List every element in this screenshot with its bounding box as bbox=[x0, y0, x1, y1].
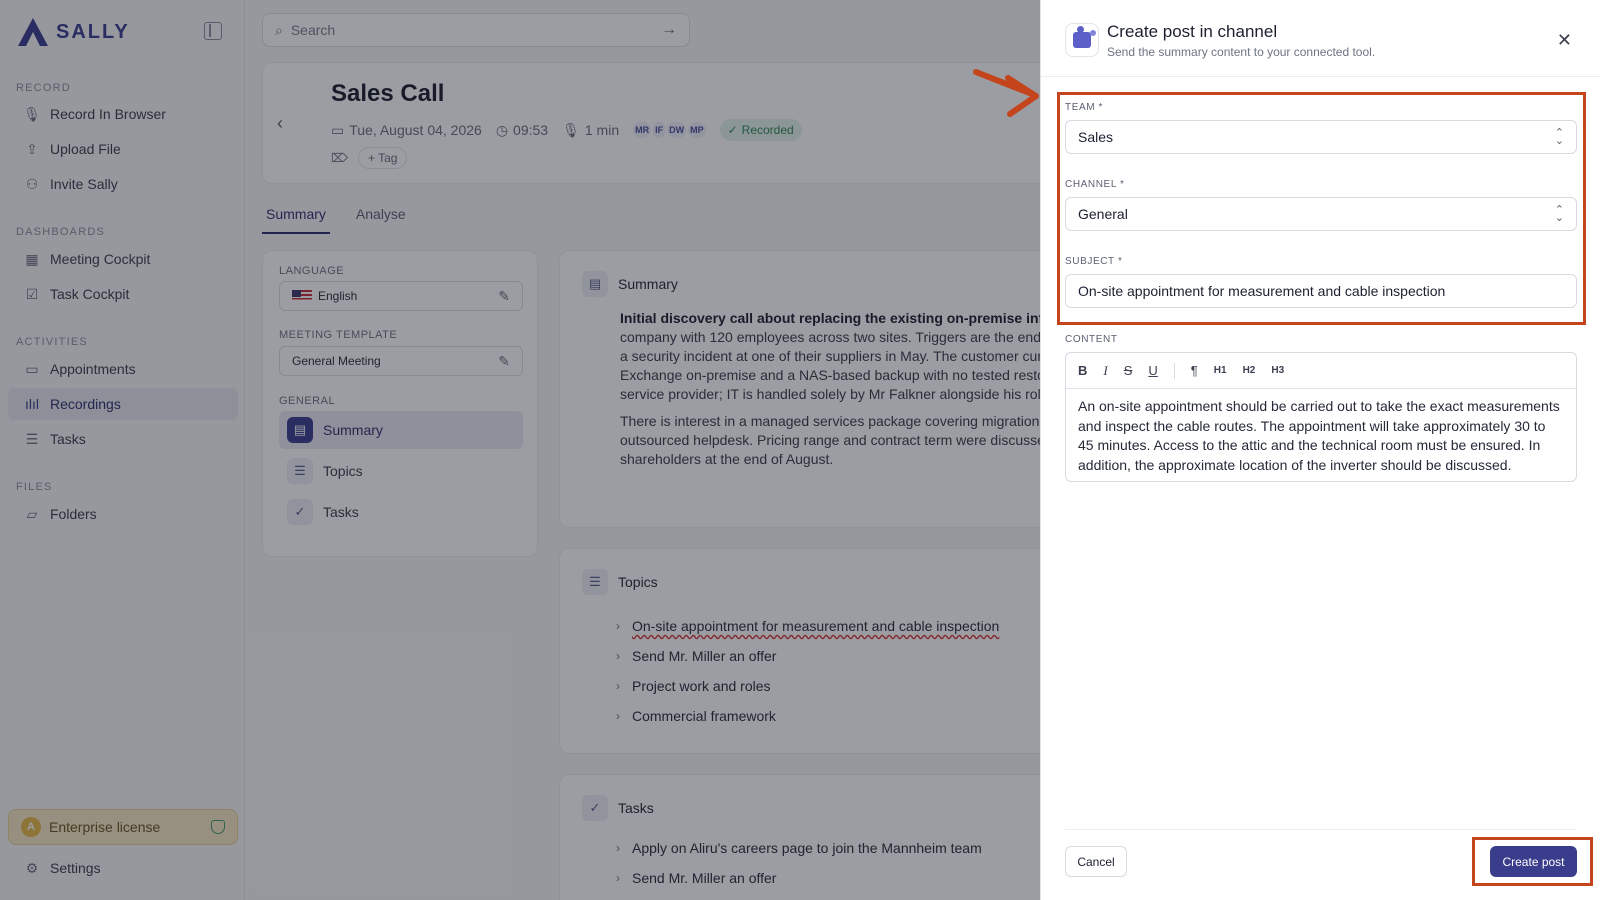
heading-2-button[interactable]: H2 bbox=[1243, 365, 1256, 376]
content-label: CONTENT bbox=[1065, 334, 1118, 345]
content-line: 45 minutes. Access to the attic and the … bbox=[1078, 437, 1541, 453]
heading-1-button[interactable]: H1 bbox=[1214, 365, 1227, 376]
underline-icon[interactable]: U bbox=[1148, 363, 1157, 378]
strikethrough-icon[interactable]: S bbox=[1124, 363, 1133, 378]
annotation-arrow-icon bbox=[973, 69, 1039, 117]
drawer-title: Create post in channel bbox=[1107, 22, 1278, 41]
editor-content[interactable]: An on-site appointment should be carried… bbox=[1066, 389, 1576, 483]
content-line: and inspect the cable routes. The appoin… bbox=[1078, 417, 1546, 434]
bold-icon[interactable]: B bbox=[1078, 363, 1087, 378]
content-line: An on-site appointment should be carried… bbox=[1078, 398, 1560, 414]
create-post-drawer: Create post in channel Send the summary … bbox=[1040, 0, 1600, 900]
drawer-subtitle: Send the summary content to your connect… bbox=[1107, 45, 1376, 59]
teams-app-icon bbox=[1065, 23, 1099, 57]
italic-icon[interactable]: I bbox=[1103, 363, 1107, 379]
highlight-box-fields bbox=[1057, 92, 1586, 325]
editor-toolbar: B I S U ¶ H1 H2 H3 bbox=[1066, 353, 1576, 389]
divider bbox=[1065, 829, 1577, 830]
toolbar-separator bbox=[1173, 362, 1175, 379]
content-line: addition, the approximate location of th… bbox=[1078, 456, 1512, 473]
paragraph-icon[interactable]: ¶ bbox=[1191, 363, 1198, 378]
divider bbox=[1041, 76, 1600, 77]
content-editor[interactable]: B I S U ¶ H1 H2 H3 An on-site appointmen… bbox=[1065, 352, 1577, 482]
heading-3-button[interactable]: H3 bbox=[1271, 365, 1284, 376]
close-icon[interactable]: ✕ bbox=[1557, 30, 1572, 51]
modal-backdrop[interactable] bbox=[0, 0, 1040, 900]
teams-icon bbox=[1073, 26, 1096, 48]
highlight-box-create bbox=[1472, 837, 1593, 886]
cancel-button[interactable]: Cancel bbox=[1065, 846, 1127, 877]
